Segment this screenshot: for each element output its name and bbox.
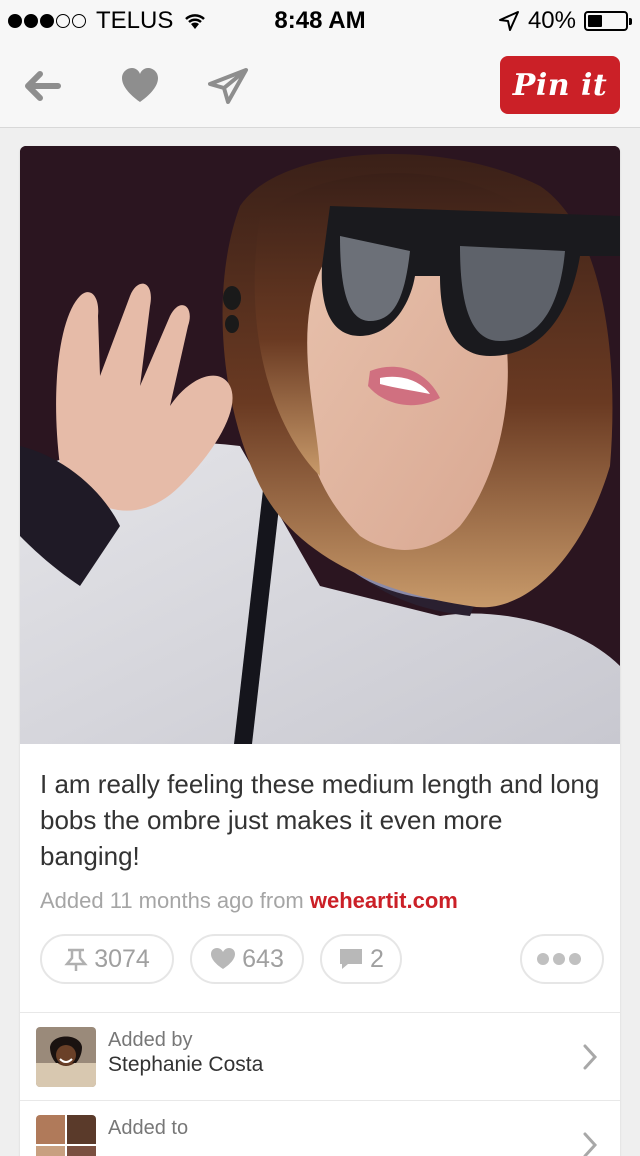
back-arrow-icon[interactable] [20,64,64,108]
toolbar: Pin it [0,40,640,128]
like-count: 643 [242,944,284,973]
added-by-label: Added by [108,1029,193,1051]
added-to-label: Added to [108,1117,189,1139]
status-right: 40% [498,7,632,35]
like-button[interactable]: 643 [190,934,304,984]
source-link[interactable]: weheartit.com [310,888,458,913]
pin-image[interactable] [20,146,620,744]
heart-icon [211,948,236,969]
comment-icon [340,949,363,969]
location-arrow-icon [498,11,519,31]
battery-icon [584,11,632,31]
avatar [36,1027,96,1087]
pin-card: I am really feeling these medium length … [20,146,620,1156]
added-time-text: Added 11 months ago from [40,888,304,913]
pin-meta: Added 11 months ago from weheartit.com [40,888,458,914]
pin-photo-illustration [20,146,620,744]
pin-actions: 3074 643 2 [40,934,604,984]
repin-button[interactable]: 3074 [40,934,174,984]
comment-count: 2 [370,944,384,973]
repin-count: 3074 [94,944,150,973]
chevron-right-icon [583,1132,598,1156]
chevron-right-icon [583,1044,598,1070]
heart-icon[interactable] [118,64,162,108]
comment-button[interactable]: 2 [320,934,402,984]
pin-description: I am really feeling these medium length … [40,769,600,871]
more-options-button[interactable] [520,934,604,984]
battery-fill [588,15,603,27]
pin-icon [64,948,88,971]
added-to-row[interactable]: Added to [20,1101,620,1156]
battery-percent: 40% [527,7,576,34]
send-icon[interactable] [206,64,250,108]
added-by-row[interactable]: Added by Stephanie Costa [20,1013,620,1103]
added-by-name: Stephanie Costa [108,1053,264,1076]
pin-it-button[interactable]: Pin it [500,56,620,114]
status-bar: TELUS 8:48 AM 40% [0,0,640,40]
more-dots-icon [537,953,581,965]
